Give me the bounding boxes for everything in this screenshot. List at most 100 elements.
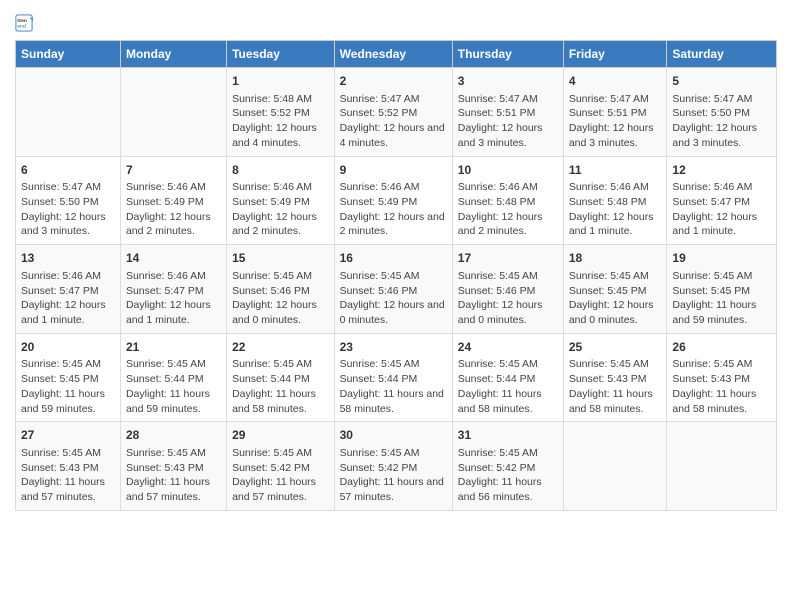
day-header-monday: Monday — [120, 41, 226, 68]
day-number: 31 — [458, 427, 558, 444]
calendar-cell: 26Sunrise: 5:45 AM Sunset: 5:43 PM Dayli… — [667, 333, 777, 422]
day-info: Sunrise: 5:45 AM Sunset: 5:42 PM Dayligh… — [458, 446, 558, 505]
day-number: 30 — [340, 427, 447, 444]
day-number: 14 — [126, 250, 221, 267]
day-number: 28 — [126, 427, 221, 444]
day-info: Sunrise: 5:46 AM Sunset: 5:48 PM Dayligh… — [569, 180, 662, 239]
day-info: Sunrise: 5:47 AM Sunset: 5:52 PM Dayligh… — [340, 92, 447, 151]
calendar-cell: 10Sunrise: 5:46 AM Sunset: 5:48 PM Dayli… — [452, 156, 563, 245]
day-number: 8 — [232, 162, 329, 179]
day-number: 2 — [340, 73, 447, 90]
day-number: 27 — [21, 427, 115, 444]
day-header-friday: Friday — [563, 41, 667, 68]
day-info: Sunrise: 5:47 AM Sunset: 5:51 PM Dayligh… — [569, 92, 662, 151]
day-number: 4 — [569, 73, 662, 90]
day-info: Sunrise: 5:47 AM Sunset: 5:50 PM Dayligh… — [672, 92, 771, 151]
day-info: Sunrise: 5:45 AM Sunset: 5:46 PM Dayligh… — [232, 269, 329, 328]
day-number: 7 — [126, 162, 221, 179]
day-info: Sunrise: 5:45 AM Sunset: 5:43 PM Dayligh… — [126, 446, 221, 505]
day-info: Sunrise: 5:45 AM Sunset: 5:42 PM Dayligh… — [340, 446, 447, 505]
day-info: Sunrise: 5:45 AM Sunset: 5:46 PM Dayligh… — [458, 269, 558, 328]
calendar-cell: 24Sunrise: 5:45 AM Sunset: 5:44 PM Dayli… — [452, 333, 563, 422]
calendar-cell: 25Sunrise: 5:45 AM Sunset: 5:43 PM Dayli… — [563, 333, 667, 422]
day-number: 10 — [458, 162, 558, 179]
calendar-cell: 15 Sunrise: 5:45 AM Sunset: 5:46 PM Dayli… — [227, 245, 335, 334]
day-number: 13 — [21, 250, 115, 267]
day-number: 11 — [569, 162, 662, 179]
calendar-cell: 8Sunrise: 5:46 AM Sunset: 5:49 PM Daylig… — [227, 156, 335, 245]
calendar-cell: 2 Sunrise: 5:47 AM Sunset: 5:52 PM Daylig… — [334, 68, 452, 157]
svg-text:Gen: Gen — [17, 18, 27, 24]
day-header-wednesday: Wednesday — [334, 41, 452, 68]
calendar-cell: 27 Sunrise: 5:45 AM Sunset: 5:43 PM Dayli… — [16, 422, 121, 511]
day-info: Sunrise: 5:46 AM Sunset: 5:49 PM Dayligh… — [340, 180, 447, 239]
day-number: 12 — [672, 162, 771, 179]
day-number: 5 — [672, 73, 771, 90]
day-header-tuesday: Tuesday — [227, 41, 335, 68]
day-header-thursday: Thursday — [452, 41, 563, 68]
day-info: Sunrise: 5:45 AM Sunset: 5:44 PM Dayligh… — [458, 357, 558, 416]
calendar-cell — [120, 68, 226, 157]
day-info: Sunrise: 5:48 AM Sunset: 5:52 PM Dayligh… — [232, 92, 329, 151]
day-info: Sunrise: 5:47 AM Sunset: 5:50 PM Dayligh… — [21, 180, 115, 239]
day-number: 21 — [126, 339, 221, 356]
calendar-cell: 17 Sunrise: 5:45 AM Sunset: 5:46 PM Dayli… — [452, 245, 563, 334]
calendar-cell: 28 Sunrise: 5:45 AM Sunset: 5:43 PM Dayli… — [120, 422, 226, 511]
day-number: 26 — [672, 339, 771, 356]
calendar-cell: 18 Sunrise: 5:45 AM Sunset: 5:45 PM Dayli… — [563, 245, 667, 334]
day-number: 29 — [232, 427, 329, 444]
calendar-cell: 14 Sunrise: 5:46 AM Sunset: 5:47 PM Dayli… — [120, 245, 226, 334]
calendar-cell: 23Sunrise: 5:45 AM Sunset: 5:44 PM Dayli… — [334, 333, 452, 422]
logo: Gen eral — [15, 14, 35, 32]
day-number: 3 — [458, 73, 558, 90]
day-info: Sunrise: 5:45 AM Sunset: 5:44 PM Dayligh… — [232, 357, 329, 416]
day-info: Sunrise: 5:45 AM Sunset: 5:44 PM Dayligh… — [340, 357, 447, 416]
calendar-cell: 19 Sunrise: 5:45 AM Sunset: 5:45 PM Dayli… — [667, 245, 777, 334]
calendar-cell: 16 Sunrise: 5:45 AM Sunset: 5:46 PM Dayli… — [334, 245, 452, 334]
day-number: 9 — [340, 162, 447, 179]
calendar-cell: 12Sunrise: 5:46 AM Sunset: 5:47 PM Dayli… — [667, 156, 777, 245]
day-info: Sunrise: 5:45 AM Sunset: 5:43 PM Dayligh… — [21, 446, 115, 505]
day-number: 17 — [458, 250, 558, 267]
day-number: 25 — [569, 339, 662, 356]
day-info: Sunrise: 5:47 AM Sunset: 5:51 PM Dayligh… — [458, 92, 558, 151]
day-info: Sunrise: 5:45 AM Sunset: 5:43 PM Dayligh… — [569, 357, 662, 416]
calendar-cell: 13 Sunrise: 5:46 AM Sunset: 5:47 PM Dayli… — [16, 245, 121, 334]
day-info: Sunrise: 5:46 AM Sunset: 5:47 PM Dayligh… — [126, 269, 221, 328]
calendar-cell: 20Sunrise: 5:45 AM Sunset: 5:45 PM Dayli… — [16, 333, 121, 422]
day-header-sunday: Sunday — [16, 41, 121, 68]
day-number: 22 — [232, 339, 329, 356]
calendar-cell — [16, 68, 121, 157]
day-info: Sunrise: 5:46 AM Sunset: 5:47 PM Dayligh… — [672, 180, 771, 239]
day-info: Sunrise: 5:46 AM Sunset: 5:49 PM Dayligh… — [126, 180, 221, 239]
day-number: 18 — [569, 250, 662, 267]
calendar-cell: 9Sunrise: 5:46 AM Sunset: 5:49 PM Daylig… — [334, 156, 452, 245]
day-info: Sunrise: 5:45 AM Sunset: 5:45 PM Dayligh… — [21, 357, 115, 416]
calendar-cell: 22Sunrise: 5:45 AM Sunset: 5:44 PM Dayli… — [227, 333, 335, 422]
day-info: Sunrise: 5:46 AM Sunset: 5:47 PM Dayligh… — [21, 269, 115, 328]
svg-text:eral: eral — [17, 24, 26, 30]
day-info: Sunrise: 5:45 AM Sunset: 5:45 PM Dayligh… — [672, 269, 771, 328]
day-header-saturday: Saturday — [667, 41, 777, 68]
day-number: 15 — [232, 250, 329, 267]
day-info: Sunrise: 5:45 AM Sunset: 5:46 PM Dayligh… — [340, 269, 447, 328]
day-number: 16 — [340, 250, 447, 267]
calendar-cell: 30 Sunrise: 5:45 AM Sunset: 5:42 PM Dayli… — [334, 422, 452, 511]
calendar-cell: 6Sunrise: 5:47 AM Sunset: 5:50 PM Daylig… — [16, 156, 121, 245]
day-info: Sunrise: 5:46 AM Sunset: 5:48 PM Dayligh… — [458, 180, 558, 239]
calendar-cell — [563, 422, 667, 511]
day-number: 6 — [21, 162, 115, 179]
day-info: Sunrise: 5:45 AM Sunset: 5:43 PM Dayligh… — [672, 357, 771, 416]
calendar-table: SundayMondayTuesdayWednesdayThursdayFrid… — [15, 40, 777, 511]
calendar-cell: 31 Sunrise: 5:45 AM Sunset: 5:42 PM Dayli… — [452, 422, 563, 511]
calendar-cell: 4 Sunrise: 5:47 AM Sunset: 5:51 PM Daylig… — [563, 68, 667, 157]
calendar-cell: 29 Sunrise: 5:45 AM Sunset: 5:42 PM Dayli… — [227, 422, 335, 511]
day-number: 19 — [672, 250, 771, 267]
calendar-cell: 11Sunrise: 5:46 AM Sunset: 5:48 PM Dayli… — [563, 156, 667, 245]
day-info: Sunrise: 5:45 AM Sunset: 5:42 PM Dayligh… — [232, 446, 329, 505]
day-number: 24 — [458, 339, 558, 356]
day-info: Sunrise: 5:45 AM Sunset: 5:45 PM Dayligh… — [569, 269, 662, 328]
calendar-cell: 3 Sunrise: 5:47 AM Sunset: 5:51 PM Daylig… — [452, 68, 563, 157]
day-info: Sunrise: 5:46 AM Sunset: 5:49 PM Dayligh… — [232, 180, 329, 239]
calendar-cell — [667, 422, 777, 511]
